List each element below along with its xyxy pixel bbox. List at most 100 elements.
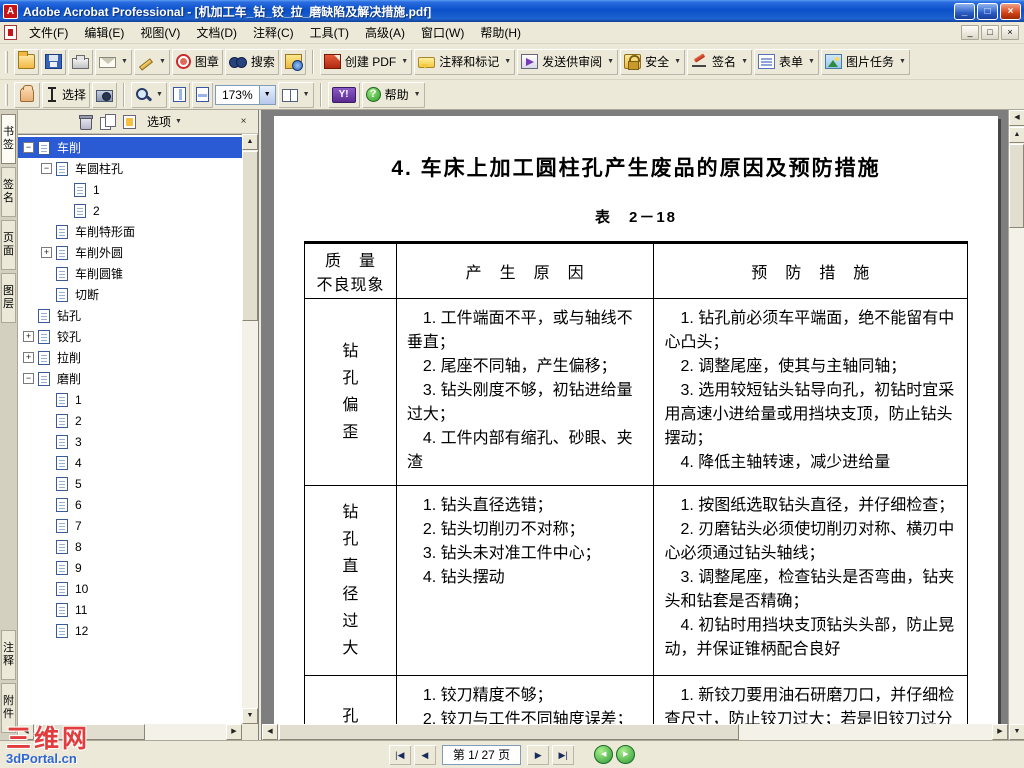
scrollbar-thumb[interactable] [242,151,258,321]
expand-toggle-icon[interactable]: + [41,247,52,258]
first-page-button[interactable]: |◀ [388,744,411,765]
bookmark-item[interactable]: 1 [18,389,242,410]
collapse-toggle-icon[interactable]: − [41,163,52,174]
previous-view-button[interactable]: ◀ [594,745,614,764]
bookmark-item[interactable]: 3 [18,431,242,452]
doc-restore-button[interactable]: □ [981,25,999,40]
picture-tasks-button[interactable]: 图片任务 ▼ [820,48,910,75]
options-menu-button[interactable]: 选项 ▼ [144,111,185,132]
menu-window[interactable]: 窗口(W) [413,21,472,44]
comment-markup-button[interactable]: 注释和标记 ▼ [414,48,516,75]
snapshot-button[interactable] [92,81,118,108]
menu-document[interactable]: 文档(D) [188,21,245,44]
scroll-down-button[interactable]: ▼ [1009,724,1024,740]
pane-toggle-button[interactable]: ◀ [1009,110,1024,126]
bookmark-item[interactable]: − 磨削 [18,368,242,389]
menu-view[interactable]: 视图(V) [132,21,188,44]
bookmark-item[interactable]: − 车削 [18,137,242,158]
page-number-field[interactable]: 第 1/ 27 页 [441,744,522,765]
collapse-toggle-icon[interactable]: − [23,142,34,153]
bookmark-item[interactable]: + 铰孔 [18,326,242,347]
menu-edit[interactable]: 编辑(E) [76,21,132,44]
minimize-button[interactable]: _ [954,2,975,20]
bookmark-item[interactable]: 6 [18,494,242,515]
doc-close-button[interactable]: × [1001,25,1019,40]
menu-file[interactable]: 文件(F) [21,21,76,44]
fit-width-button[interactable] [191,81,213,108]
nav-tab-bookmarks[interactable]: 书签 [1,114,16,164]
bookmark-item[interactable]: 车削特形面 [18,221,242,242]
nav-tab-signatures[interactable]: 签名 [1,167,16,217]
select-tool-button[interactable]: 选择 [42,81,91,108]
expand-toggle-icon[interactable]: + [23,331,34,342]
create-pdf-button[interactable]: 创建 PDF ▼ [319,48,413,75]
bookmark-item[interactable]: 8 [18,536,242,557]
bookmark-item[interactable]: 钻孔 [18,305,242,326]
send-review-button[interactable]: 发送供审阅 ▼ [517,48,619,75]
expand-toggle-icon[interactable]: + [23,352,34,363]
document-area[interactable]: 4. 车床上加工圆柱孔产生废品的原因及预防措施 表 2－18 质 量 不良现象 … [262,110,1008,740]
actual-size-button[interactable] [168,81,190,108]
bookmark-item[interactable]: − 车圆柱孔 [18,158,242,179]
hand-tool-button[interactable] [14,81,40,108]
document-vertical-sc rollbar[interactable]: ◀ ▲ ▼ [1008,110,1024,740]
help-button[interactable]: ? 帮助 ▼ [361,81,425,108]
menu-tools[interactable]: 工具(T) [302,21,357,44]
close-button[interactable]: × [1000,2,1021,20]
last-page-button[interactable]: ▶| [552,744,575,765]
toolbar-grip[interactable] [5,83,8,106]
scrollbar-thumb[interactable] [279,724,739,740]
stamp-button[interactable]: 图章 [171,48,223,75]
forms-button[interactable]: 表单 ▼ [754,48,819,75]
maximize-button[interactable]: □ [977,2,998,20]
scroll-down-button[interactable]: ▼ [242,708,258,724]
save-button[interactable] [41,48,66,75]
bookmark-item[interactable]: 7 [18,515,242,536]
doc-minimize-button[interactable]: _ [961,25,979,40]
yahoo-search-button[interactable]: Y! [327,81,360,108]
bookmark-item[interactable]: 10 [18,578,242,599]
bookmark-item[interactable]: 1 [18,179,242,200]
delete-bookmark-button[interactable] [79,114,93,130]
new-bookmark-button[interactable] [100,114,116,130]
weblinks-button[interactable] [280,48,306,75]
bookmark-item[interactable]: + 车削外圆 [18,242,242,263]
highlight-bookmark-button[interactable] [123,114,136,129]
bookmark-item[interactable]: 9 [18,557,242,578]
bookmark-item[interactable]: 5 [18,473,242,494]
secure-button[interactable]: 安全 ▼ [620,48,686,75]
collapse-toggle-icon[interactable]: − [23,373,34,384]
menu-comments[interactable]: 注释(C) [245,21,302,44]
page-layout-button[interactable]: ▼ [277,81,314,108]
toolbar-grip[interactable] [5,50,8,73]
bookmark-item[interactable]: 12 [18,620,242,641]
document-horizontal-scrollbar[interactable]: ◀ ▶ [262,724,1008,740]
next-page-button[interactable]: ▶ [527,744,550,765]
nav-tab-layers[interactable]: 图层 [1,273,16,323]
search-button[interactable]: 搜索 [224,48,279,75]
zoom-tool-button[interactable]: ▼ [131,81,167,108]
email-button[interactable]: ▼ [95,48,132,75]
scrollbar-thumb[interactable] [1009,144,1024,228]
scroll-right-button[interactable]: ▶ [992,724,1008,740]
scroll-up-button[interactable]: ▲ [1009,127,1024,143]
print-button[interactable] [68,48,93,75]
nav-tab-pages[interactable]: 页面 [1,220,16,270]
scroll-right-button[interactable]: ▶ [226,724,242,740]
next-view-button[interactable]: ▶ [616,745,636,764]
sign-button[interactable]: 签名 ▼ [687,48,752,75]
bookmark-item[interactable]: 车削圆锥 [18,263,242,284]
zoom-level-combo[interactable]: 173% ▼ [214,84,276,105]
bookmark-item[interactable]: 11 [18,599,242,620]
menu-advanced[interactable]: 高级(A) [357,21,413,44]
zoom-dropdown-button[interactable]: ▼ [258,85,275,104]
bookmark-item[interactable]: 4 [18,452,242,473]
scroll-up-button[interactable]: ▲ [242,134,258,150]
bookmarks-vertical-scrollbar[interactable]: ▲ ▼ [242,134,258,724]
bookmark-item[interactable]: 切断 [18,284,242,305]
bookmark-item[interactable]: 2 [18,410,242,431]
pen-markup-button[interactable]: ▼ [133,48,170,75]
open-button[interactable] [14,48,39,75]
close-panel-button[interactable]: × [235,114,252,130]
menu-help[interactable]: 帮助(H) [472,21,529,44]
